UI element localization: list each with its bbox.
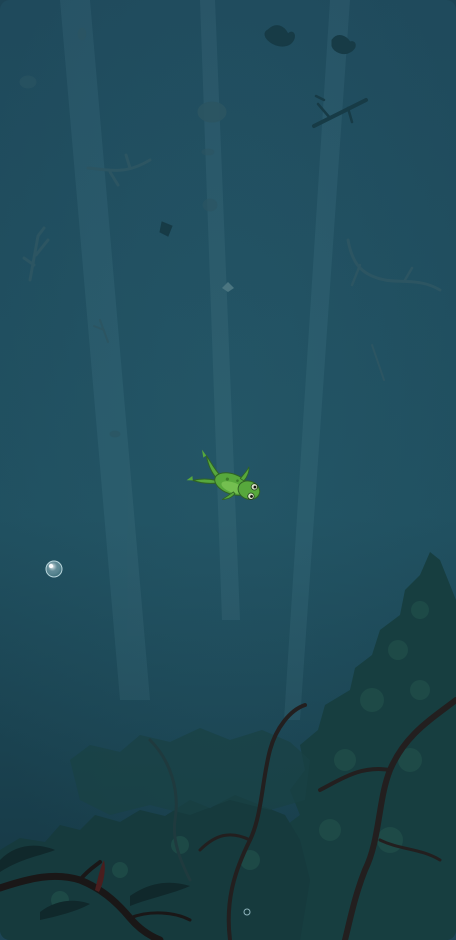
underwater-scene [0, 0, 456, 940]
game-viewport[interactable] [0, 0, 456, 940]
air-bubble[interactable] [45, 560, 63, 578]
